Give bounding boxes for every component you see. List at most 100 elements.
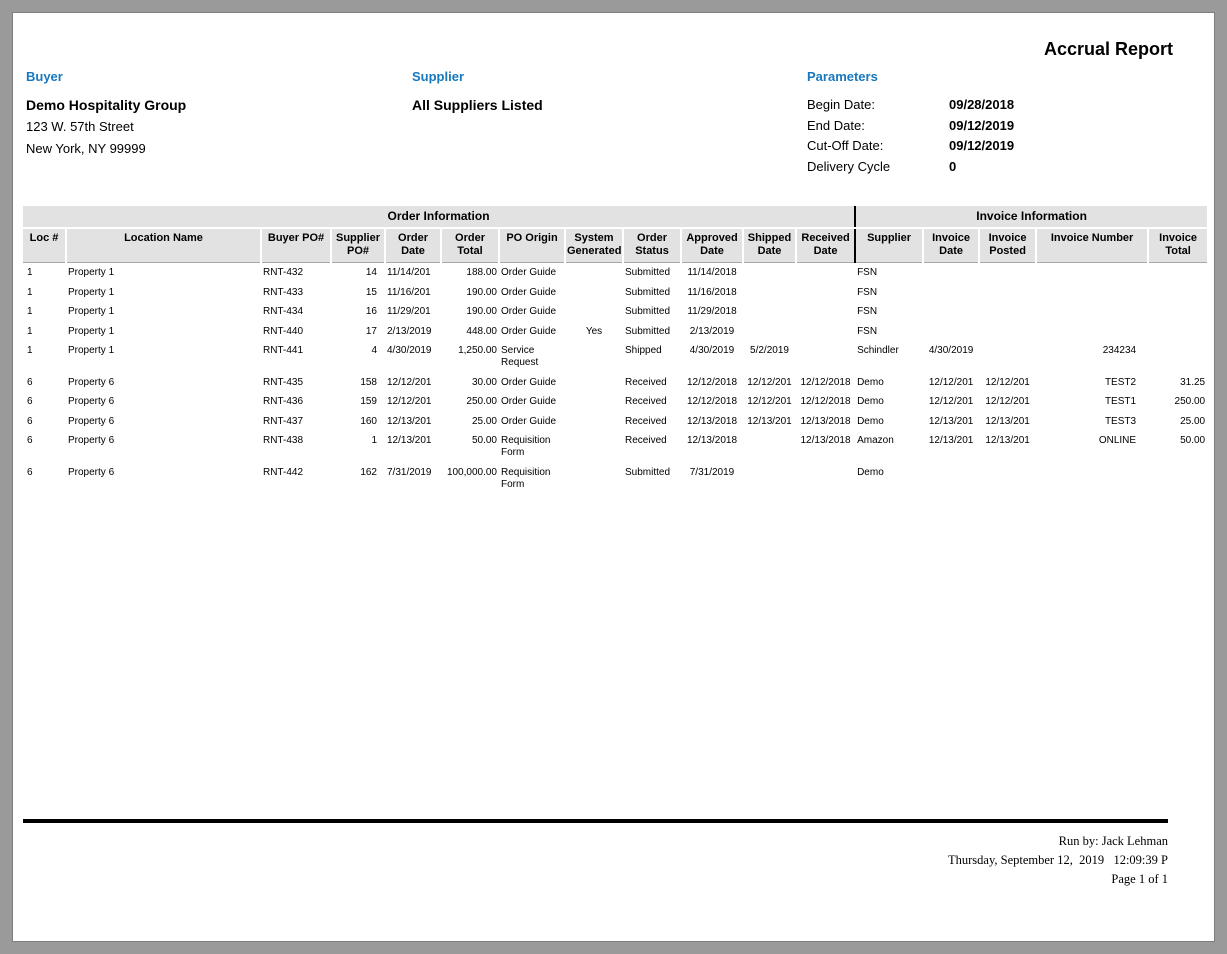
page-title: Accrual Report <box>1044 39 1173 60</box>
parameters-section: Parameters Begin Date: 09/28/2018 End Da… <box>807 69 1014 179</box>
table-cell: 12/12/2018 <box>681 392 743 412</box>
table-cell: 11/29/2018 <box>681 302 743 322</box>
table-cell <box>1036 322 1148 342</box>
table-cell: 12/13/2018 <box>796 412 855 432</box>
table-cell: 12/13/2018 <box>681 431 743 463</box>
table-cell: 7/31/2019 <box>681 463 743 495</box>
table-cell <box>1148 463 1207 495</box>
table-cell: FSN <box>855 283 923 303</box>
table-cell: 188.00 <box>441 263 499 283</box>
table-cell <box>1148 283 1207 303</box>
footer-timestamp: Thursday, September 12, 2019 12:09:39 P <box>23 851 1168 870</box>
parameter-label: Delivery Cycle <box>807 159 949 174</box>
table-cell: 12/12/201 <box>743 392 796 412</box>
footer-divider-rule <box>23 819 1168 823</box>
table-cell: Requisition Form <box>499 463 565 495</box>
table-cell: 12/13/201 <box>743 412 796 432</box>
parameter-row: Delivery Cycle 0 <box>807 159 1014 180</box>
table-cell: Service Request <box>499 341 565 373</box>
table-cell: 4 <box>331 341 385 373</box>
parameter-value: 09/12/2019 <box>949 118 1014 133</box>
column-header: Buyer PO# <box>261 228 331 263</box>
table-cell <box>1148 263 1207 283</box>
table-cell <box>979 283 1036 303</box>
table-cell: 30.00 <box>441 373 499 393</box>
table-cell: Amazon <box>855 431 923 463</box>
column-header: Invoice Date <box>923 228 979 263</box>
table-row: 1Property 1RNT-44144/30/20191,250.00Serv… <box>23 341 1207 373</box>
table-cell: FSN <box>855 322 923 342</box>
table-cell: Submitted <box>623 463 681 495</box>
table-row: 6Property 6RNT-43515812/12/20130.00Order… <box>23 373 1207 393</box>
table-cell: 12/13/201 <box>979 412 1036 432</box>
buyer-address-line2: New York, NY 99999 <box>26 141 186 156</box>
table-cell <box>796 263 855 283</box>
table-cell: 17 <box>331 322 385 342</box>
table-cell: 12/13/201 <box>385 431 441 463</box>
table-cell: Received <box>623 431 681 463</box>
table-cell: 14 <box>331 263 385 283</box>
table-cell <box>796 463 855 495</box>
table-cell: Submitted <box>623 263 681 283</box>
table-cell: Schindler <box>855 341 923 373</box>
table-cell <box>565 373 623 393</box>
table-cell: 158 <box>331 373 385 393</box>
supplier-section: Supplier All Suppliers Listed <box>412 69 543 113</box>
table-cell: 12/12/201 <box>979 392 1036 412</box>
table-cell <box>796 341 855 373</box>
parameters-section-label: Parameters <box>807 69 1014 84</box>
table-cell <box>923 322 979 342</box>
table-cell: 12/12/201 <box>743 373 796 393</box>
table-cell: 234234 <box>1036 341 1148 373</box>
table-row: 1Property 1RNT-4331511/16/201190.00Order… <box>23 283 1207 303</box>
table-cell <box>565 431 623 463</box>
parameter-label: End Date: <box>807 118 949 133</box>
table-cell: 12/12/201 <box>979 373 1036 393</box>
table-cell: 1 <box>23 263 66 283</box>
table-cell: 2/13/2019 <box>681 322 743 342</box>
parameter-value: 09/28/2018 <box>949 97 1014 112</box>
table-cell: 6 <box>23 431 66 463</box>
table-cell: Property 6 <box>66 412 261 432</box>
table-cell: FSN <box>855 263 923 283</box>
table-cell: 1,250.00 <box>441 341 499 373</box>
table-cell <box>565 341 623 373</box>
column-header: Supplier <box>855 228 923 263</box>
table-cell: 25.00 <box>441 412 499 432</box>
table-cell: Property 1 <box>66 302 261 322</box>
table-cell: RNT-436 <box>261 392 331 412</box>
table-cell: 16 <box>331 302 385 322</box>
table-cell: RNT-437 <box>261 412 331 432</box>
table-cell: RNT-433 <box>261 283 331 303</box>
buyer-section-label: Buyer <box>26 69 186 84</box>
table-cell: 250.00 <box>1148 392 1207 412</box>
table-cell: Received <box>623 373 681 393</box>
table-cell <box>1036 302 1148 322</box>
table-row: 1Property 1RNT-4341611/29/201190.00Order… <box>23 302 1207 322</box>
table-cell <box>743 463 796 495</box>
table-cell: 12/13/2018 <box>681 412 743 432</box>
table-cell: Property 1 <box>66 322 261 342</box>
table-cell: 190.00 <box>441 302 499 322</box>
table-cell: Submitted <box>623 322 681 342</box>
table-cell: 11/14/2018 <box>681 263 743 283</box>
table-cell: 1 <box>23 283 66 303</box>
table-cell: 159 <box>331 392 385 412</box>
table-cell: 12/13/201 <box>923 431 979 463</box>
table-cell: 11/16/2018 <box>681 283 743 303</box>
column-header: Order Date <box>385 228 441 263</box>
table-cell: TEST1 <box>1036 392 1148 412</box>
column-header: Received Date <box>796 228 855 263</box>
table-cell: RNT-438 <box>261 431 331 463</box>
column-header: System Generated <box>565 228 623 263</box>
column-header: Order Total <box>441 228 499 263</box>
column-header: Invoice Posted <box>979 228 1036 263</box>
table-cell: FSN <box>855 302 923 322</box>
table-cell: 250.00 <box>441 392 499 412</box>
parameter-label: Cut-Off Date: <box>807 138 949 153</box>
table-cell: 1 <box>23 341 66 373</box>
footer-run-by: Run by: Jack Lehman <box>23 832 1168 851</box>
table-cell: 162 <box>331 463 385 495</box>
table-cell <box>796 302 855 322</box>
table-cell <box>979 302 1036 322</box>
